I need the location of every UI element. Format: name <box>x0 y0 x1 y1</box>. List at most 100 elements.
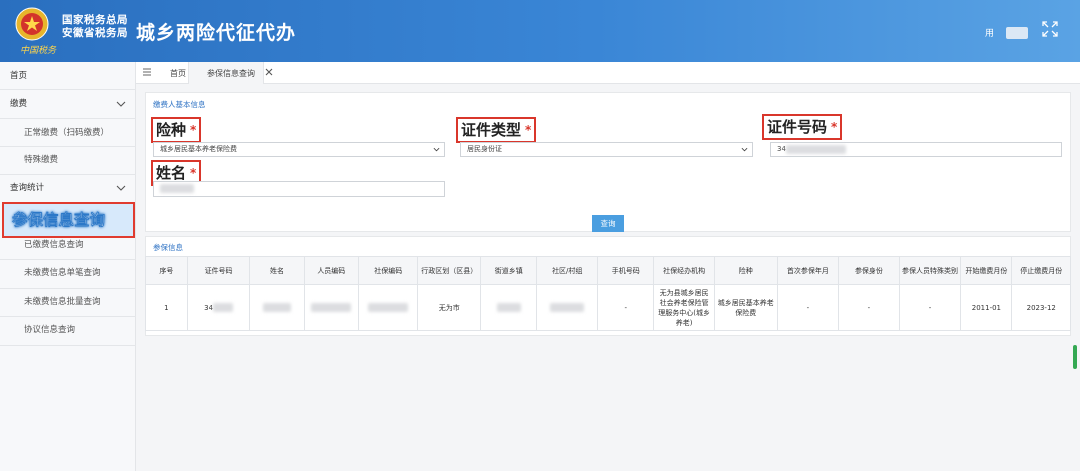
top-header: 国家税务总局 安徽省税务局 中国税务 城乡两险代征代办 用 <box>0 0 1080 62</box>
chevron-down-icon <box>116 185 126 191</box>
user-name-chip[interactable] <box>1006 27 1028 39</box>
column-header: 序号 <box>145 256 188 285</box>
sidebar-item-label: 查询统计 <box>10 183 45 193</box>
sidebar-item-agreement-query[interactable]: 协议信息查询 <box>0 316 136 345</box>
cell-agency: 无为县城乡居民社会养老保险管理服务中心(城乡养老) <box>653 284 715 331</box>
name-input[interactable] <box>153 181 445 197</box>
chevron-down-icon <box>116 101 126 107</box>
close-icon[interactable] <box>264 67 274 77</box>
column-header: 险种 <box>713 256 778 285</box>
required-mark: * <box>831 120 838 134</box>
redacted-blur <box>550 303 585 312</box>
sidebar-item-unpaid-single-query[interactable]: 未缴费信息单笔查询 <box>0 259 136 288</box>
id-number-label: 证件号码 * <box>762 114 843 140</box>
table-header-row: 序号 证件号码 姓名 人员编码 社保编码 行政区划（区县） 街道乡镇 社区/村组… <box>145 256 1071 285</box>
id-type-label: 证件类型 * <box>456 117 537 143</box>
id-type-select[interactable]: 居民身份证 <box>460 142 753 157</box>
org-line2: 安徽省税务局 <box>62 27 128 39</box>
signature-logo: 中国税务 <box>20 46 57 56</box>
cell-township <box>480 284 538 331</box>
sidebar-item-normal-payment[interactable]: 正常缴费（扫码缴费） <box>0 119 136 148</box>
label-text: 险种 <box>156 121 187 139</box>
divider <box>0 345 136 346</box>
column-header: 开始缴费月份 <box>960 256 1013 285</box>
label-text: 证件号码 <box>767 118 828 136</box>
redacted-blur <box>496 303 521 312</box>
sidebar-item-label: 特殊缴费 <box>24 155 59 165</box>
sidebar-item-label: 未缴费信息批量查询 <box>24 297 101 307</box>
sidebar-item-query-stats[interactable]: 查询统计 <box>0 174 136 203</box>
column-header: 参保人员特殊类别 <box>898 256 962 285</box>
cell-id-number: 34 <box>186 284 251 331</box>
tab-insurance-query[interactable]: 参保信息查询 <box>188 62 264 84</box>
tab-bar: 首页 参保信息查询 <box>136 62 1080 84</box>
cell-special: - <box>898 284 962 331</box>
sidebar-item-paid-query[interactable]: 已缴费信息查询 <box>0 231 136 260</box>
column-header: 人员编码 <box>303 256 359 285</box>
input-value: 34 <box>777 145 786 153</box>
column-header: 首次参保年月 <box>776 256 840 285</box>
cell-name <box>249 284 305 331</box>
cell-first-month: - <box>776 284 840 331</box>
label-text: 证件类型 <box>461 121 522 139</box>
insurance-select[interactable]: 城乡居民基本养老保险费 <box>153 142 445 157</box>
tab-label: 参保信息查询 <box>207 69 255 78</box>
sidebar-item-label: 已缴费信息查询 <box>24 240 84 250</box>
sidebar-item-unpaid-batch-query[interactable]: 未缴费信息批量查询 <box>0 288 136 317</box>
cell-stop-month: 2023-12 <box>1011 284 1071 331</box>
cell-insurance: 城乡居民基本养老保险费 <box>713 284 778 331</box>
sidebar-item-label: 参保信息查询 <box>12 211 106 229</box>
column-header: 街道乡镇 <box>480 256 538 285</box>
sidebar-item-label: 正常缴费（扫码缴费） <box>24 128 110 138</box>
label-text: 姓名 <box>156 164 187 182</box>
redacted-blur <box>263 303 292 312</box>
query-button[interactable]: 查询 <box>592 215 624 232</box>
results-table: 序号 证件号码 姓名 人员编码 社保编码 行政区划（区县） 街道乡镇 社区/村组… <box>145 256 1071 331</box>
redacted-blur <box>311 303 352 312</box>
redacted-blur <box>785 144 846 154</box>
redacted-blur <box>213 303 234 312</box>
cell-person-code <box>303 284 359 331</box>
table-row[interactable]: 1 34 无为市 - 无为县城乡居民社会养老保险管理服务中心(城乡养老) 城乡居… <box>145 284 1071 331</box>
column-header: 社保编码 <box>357 256 419 285</box>
sidebar-item-payment[interactable]: 缴费 <box>0 90 136 119</box>
column-header: 姓名 <box>249 256 305 285</box>
column-header: 停止缴费月份 <box>1011 256 1071 285</box>
cell-identity: - <box>838 284 900 331</box>
user-label[interactable]: 用 <box>985 26 994 39</box>
results-section-title: 参保信息 <box>153 243 183 252</box>
column-header: 社区/村组 <box>536 256 599 285</box>
select-value: 居民身份证 <box>467 145 502 153</box>
sidebar-item-label: 缴费 <box>10 99 28 109</box>
redacted-blur <box>368 303 409 312</box>
column-header: 参保身份 <box>838 256 900 285</box>
chevron-down-icon <box>741 147 748 152</box>
cell-district: 无为市 <box>417 284 482 331</box>
required-mark: * <box>525 123 532 137</box>
sidebar-item-label: 首页 <box>10 71 28 81</box>
org-line1: 国家税务总局 <box>62 14 128 26</box>
cell-village <box>536 284 599 331</box>
redacted-blur <box>160 183 194 193</box>
cell-text: 34 <box>204 303 214 312</box>
sidebar-item-home[interactable]: 首页 <box>0 62 136 91</box>
national-emblem-icon <box>15 7 49 41</box>
sidebar-item-label: 未缴费信息单笔查询 <box>24 268 101 278</box>
cell-start-month: 2011-01 <box>960 284 1013 331</box>
column-header: 社保经办机构 <box>653 256 715 285</box>
required-mark: * <box>190 166 197 180</box>
insurance-label: 险种 * <box>151 117 202 143</box>
select-value: 城乡居民基本养老保险费 <box>160 145 237 153</box>
sidebar-item-special-payment[interactable]: 特殊缴费 <box>0 146 136 175</box>
column-header: 行政区划（区县） <box>417 256 482 285</box>
sidebar: 首页 缴费 正常缴费（扫码缴费） 特殊缴费 查询统计 参保信息查询 已缴费信息查… <box>0 62 136 471</box>
form-section-title: 缴费人基本信息 <box>153 100 206 109</box>
form-panel <box>145 92 1071 232</box>
scrollbar[interactable] <box>1073 345 1077 369</box>
cell-social-code <box>357 284 419 331</box>
fullscreen-icon[interactable] <box>1040 19 1060 39</box>
required-mark: * <box>190 123 197 137</box>
id-number-input[interactable]: 34 <box>770 142 1062 157</box>
menu-icon[interactable] <box>142 67 152 77</box>
tab-home[interactable]: 首页 <box>170 68 186 79</box>
